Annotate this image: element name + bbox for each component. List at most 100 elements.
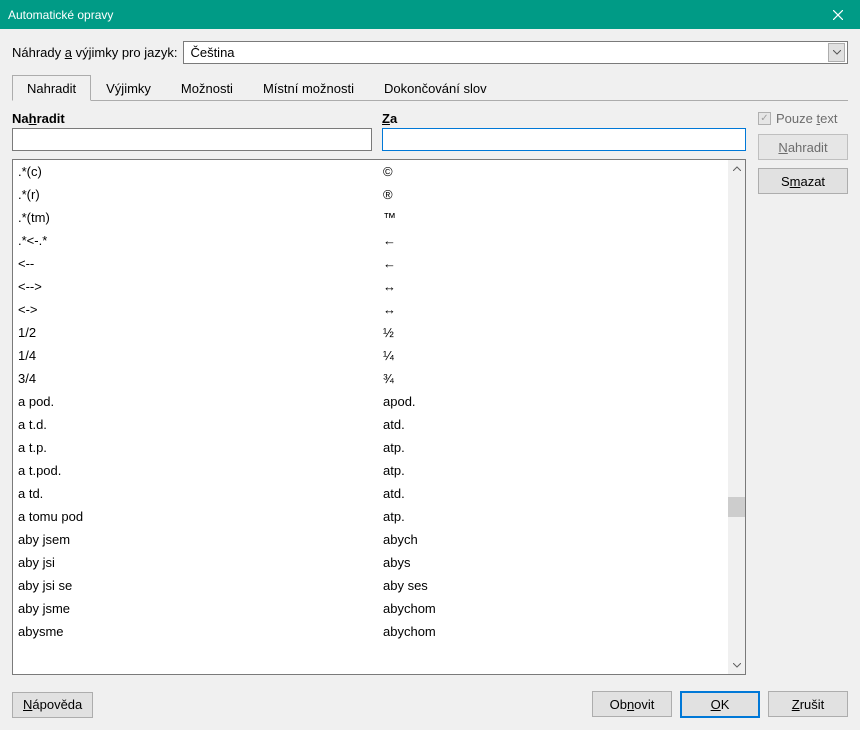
- list-item-replace: .*<-.*: [18, 233, 383, 248]
- main-column: Nahradit Za .*(c)©.*(r)®.*(tm)™.*<-.*←<-…: [12, 111, 746, 675]
- new-replace-button: Nahradit: [758, 134, 848, 160]
- list-item[interactable]: .*(c)©: [13, 160, 728, 183]
- list-item-with: atd.: [383, 417, 728, 432]
- scroll-track[interactable]: [728, 177, 745, 657]
- scrollbar[interactable]: [728, 160, 745, 674]
- cancel-button[interactable]: Zrušit: [768, 691, 848, 717]
- language-row: Náhrady a výjimky pro jazyk: Čeština: [12, 41, 848, 64]
- list-item-replace: a t.d.: [18, 417, 383, 432]
- list-item-replace: aby jsme: [18, 601, 383, 616]
- list-item-with: atp.: [383, 509, 728, 524]
- tab-exceptions[interactable]: Výjimky: [91, 75, 166, 101]
- tab-replace[interactable]: Nahradit: [12, 75, 91, 101]
- list-item-replace: .*(tm): [18, 210, 383, 225]
- list-item[interactable]: 1/4¼: [13, 344, 728, 367]
- list-item-with: abys: [383, 555, 728, 570]
- list-item-with: ¾: [383, 371, 728, 386]
- inputs-row: [12, 128, 746, 151]
- tabs: Nahradit Výjimky Možnosti Místní možnost…: [12, 74, 848, 101]
- list-item[interactable]: .*(tm)™: [13, 206, 728, 229]
- list-item-replace: 1/2: [18, 325, 383, 340]
- window-title: Automatické opravy: [8, 8, 113, 22]
- list-item[interactable]: aby jsmeabychom: [13, 597, 728, 620]
- tab-local-options[interactable]: Místní možnosti: [248, 75, 369, 101]
- dialog-body: Náhrady a výjimky pro jazyk: Čeština Nah…: [0, 29, 860, 730]
- footer: Nápověda Obnovit OK Zrušit: [12, 691, 848, 718]
- list-item-replace: <--: [18, 256, 383, 271]
- content-area: Nahradit Za .*(c)©.*(r)®.*(tm)™.*<-.*←<-…: [12, 111, 848, 675]
- header-replace: Nahradit: [12, 111, 382, 128]
- list-item-with: aby ses: [383, 578, 728, 593]
- chevron-down-icon: [733, 663, 741, 668]
- list-item-replace: aby jsem: [18, 532, 383, 547]
- close-button[interactable]: [815, 0, 860, 29]
- list-item[interactable]: 1/2½: [13, 321, 728, 344]
- list-item-with: ←: [383, 233, 728, 248]
- titlebar: Automatické opravy: [0, 0, 860, 29]
- side-column: Pouze text Nahradit Smazat: [758, 111, 848, 675]
- scroll-thumb[interactable]: [728, 497, 745, 517]
- column-headers: Nahradit Za: [12, 111, 746, 128]
- list-item-replace: .*(r): [18, 187, 383, 202]
- language-select[interactable]: Čeština: [183, 41, 848, 64]
- list-item[interactable]: aby jsemabych: [13, 528, 728, 551]
- list-item-with: ↔: [383, 279, 728, 294]
- entries-list-inner: .*(c)©.*(r)®.*(tm)™.*<-.*←<--←<-->↔<->↔1…: [13, 160, 728, 674]
- list-item-replace: .*(c): [18, 164, 383, 179]
- scroll-up-button[interactable]: [728, 160, 745, 177]
- scroll-down-button[interactable]: [728, 657, 745, 674]
- with-input[interactable]: [382, 128, 746, 151]
- list-item[interactable]: .*<-.*←: [13, 229, 728, 252]
- list-item-with: abych: [383, 532, 728, 547]
- list-item-replace: aby jsi se: [18, 578, 383, 593]
- list-item[interactable]: a t.pod.atp.: [13, 459, 728, 482]
- list-item-replace: a t.p.: [18, 440, 383, 455]
- list-item[interactable]: a tomu podatp.: [13, 505, 728, 528]
- text-only-checkbox: [758, 112, 771, 125]
- list-item-with: ¼: [383, 348, 728, 363]
- list-item-replace: <->: [18, 302, 383, 317]
- delete-button[interactable]: Smazat: [758, 168, 848, 194]
- list-item-replace: 1/4: [18, 348, 383, 363]
- footer-right: Obnovit OK Zrušit: [592, 691, 848, 718]
- list-item-with: ®: [383, 187, 728, 202]
- replace-input[interactable]: [12, 128, 372, 151]
- language-value: Čeština: [190, 45, 234, 60]
- list-item-with: abychom: [383, 601, 728, 616]
- entries-list[interactable]: .*(c)©.*(r)®.*(tm)™.*<-.*←<--←<-->↔<->↔1…: [12, 159, 746, 675]
- list-item[interactable]: <-->↔: [13, 275, 728, 298]
- list-item[interactable]: abysmeabychom: [13, 620, 728, 643]
- list-item[interactable]: a pod.apod.: [13, 390, 728, 413]
- list-item[interactable]: a t.p.atp.: [13, 436, 728, 459]
- list-item[interactable]: <->↔: [13, 298, 728, 321]
- list-item-replace: aby jsi: [18, 555, 383, 570]
- list-item-with: ©: [383, 164, 728, 179]
- list-item-with: atp.: [383, 440, 728, 455]
- list-item-replace: abysme: [18, 624, 383, 639]
- text-only-label: Pouze text: [776, 111, 837, 126]
- list-item-with: ™: [383, 210, 728, 225]
- list-item[interactable]: 3/4¾: [13, 367, 728, 390]
- list-item[interactable]: aby jsiabys: [13, 551, 728, 574]
- chevron-up-icon: [733, 166, 741, 171]
- list-item-replace: a tomu pod: [18, 509, 383, 524]
- list-item[interactable]: a t.d.atd.: [13, 413, 728, 436]
- list-item-replace: a pod.: [18, 394, 383, 409]
- close-icon: [833, 10, 843, 20]
- header-with: Za: [382, 111, 397, 128]
- list-item-with: abychom: [383, 624, 728, 639]
- list-item[interactable]: <--←: [13, 252, 728, 275]
- list-item[interactable]: aby jsi seaby ses: [13, 574, 728, 597]
- tab-word-completion[interactable]: Dokončování slov: [369, 75, 502, 101]
- list-item-with: apod.: [383, 394, 728, 409]
- language-label: Náhrady a výjimky pro jazyk:: [12, 45, 177, 60]
- list-item-with: ↔: [383, 302, 728, 317]
- chevron-down-icon: [828, 43, 845, 62]
- tab-options[interactable]: Možnosti: [166, 75, 248, 101]
- ok-button[interactable]: OK: [680, 691, 760, 718]
- reset-button[interactable]: Obnovit: [592, 691, 672, 717]
- list-item[interactable]: .*(r)®: [13, 183, 728, 206]
- help-button[interactable]: Nápověda: [12, 692, 93, 718]
- list-item[interactable]: a td.atd.: [13, 482, 728, 505]
- list-item-with: ½: [383, 325, 728, 340]
